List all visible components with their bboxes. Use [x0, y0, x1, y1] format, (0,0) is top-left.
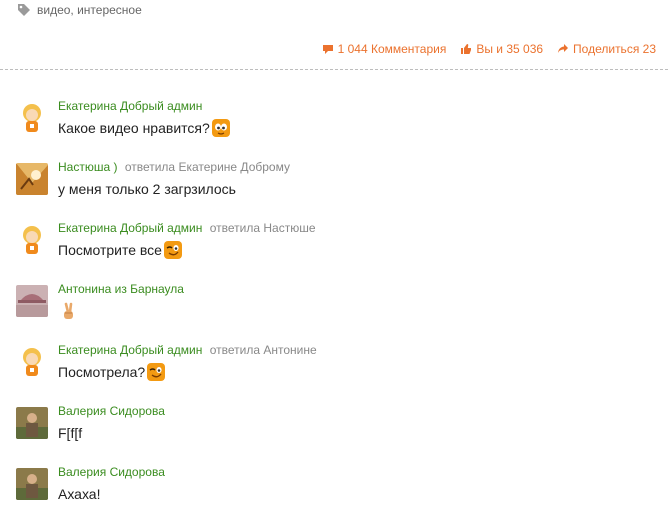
comment-item: Екатерина Добрый админ Какое видео нрави… [0, 98, 668, 159]
person-photo-avatar[interactable] [16, 468, 48, 500]
comment-body: Ахаха! [58, 484, 101, 504]
comment-header: Валерия Сидорова [58, 464, 165, 480]
post-actions: 1 044 Комментария Вы и 35 036 Поделиться… [322, 42, 656, 56]
tag-icon [17, 3, 31, 17]
share-count: Поделиться 23 [573, 42, 656, 56]
comments-list: Екатерина Добрый админ Какое видео нрави… [0, 98, 668, 525]
comments-button[interactable]: 1 044 Комментария [322, 42, 447, 56]
divider [0, 69, 668, 70]
comment-text: Посмотрела? [58, 364, 146, 380]
share-button[interactable]: Поделиться 23 [557, 42, 656, 56]
reply-label: ответила [209, 221, 261, 235]
blonde-girl-avatar[interactable] [16, 102, 48, 134]
comment-author[interactable]: Екатерина Добрый админ [58, 221, 202, 235]
wink-smiley-icon [163, 240, 183, 260]
comment-body: у меня только 2 загрзилось [58, 179, 236, 199]
tags-row: видео, интересное [17, 3, 142, 17]
comments-count: 1 044 Комментария [337, 42, 447, 56]
person-photo-avatar[interactable] [16, 407, 48, 439]
comment-item: Валерия Сидорова Ахаха! [0, 464, 668, 525]
comment-header: Валерия Сидорова [58, 403, 165, 419]
share-icon [558, 44, 569, 53]
likes-count: Вы и 35 036 [476, 42, 544, 56]
comment-text: Какое видео нравится? [58, 120, 210, 136]
comment-header: Екатерина Добрый админ ответила Настюше [58, 220, 316, 236]
comment-header: Екатерина Добрый админ ответила Антонине [58, 342, 317, 358]
comment-text: у меня только 2 загрзилось [58, 181, 236, 197]
comment-body: Какое видео нравится? [58, 118, 231, 138]
blonde-girl-avatar[interactable] [16, 346, 48, 378]
reply-target[interactable]: Настюше [263, 221, 315, 235]
comment-item: Настюша ) ответила Екатерине Доброму у м… [0, 159, 668, 220]
comment-header: Екатерина Добрый админ [58, 98, 202, 114]
comment-author[interactable]: Екатерина Добрый админ [58, 99, 202, 113]
comment-text: F[f[f [58, 425, 83, 441]
thumbs-up-icon [461, 44, 472, 54]
comment-author[interactable]: Валерия Сидорова [58, 465, 165, 479]
reply-label: ответила [124, 160, 176, 174]
like-button[interactable]: Вы и 35 036 [460, 42, 543, 56]
comment-body [58, 301, 79, 321]
comment-author[interactable]: Валерия Сидорова [58, 404, 165, 418]
comment-icon [322, 45, 333, 54]
comment-body: Посмотрите все [58, 240, 183, 260]
comment-author[interactable]: Антонина из Барнаула [58, 282, 184, 296]
comment-item: Антонина из Барнаула [0, 281, 668, 342]
comment-header: Антонина из Барнаула [58, 281, 184, 297]
wink-smiley-icon [146, 362, 166, 382]
comment-text: Посмотрите все [58, 242, 162, 258]
victory-hand-icon [59, 301, 79, 321]
comment-item: Екатерина Добрый админ ответила Настюше … [0, 220, 668, 281]
blonde-girl-avatar[interactable] [16, 224, 48, 256]
eyes-smiley-icon [211, 118, 231, 138]
cap-photo-avatar[interactable] [16, 285, 48, 317]
reply-label: ответила [209, 343, 261, 357]
tags-text[interactable]: видео, интересное [37, 3, 142, 17]
reply-target[interactable]: Екатерине Доброму [178, 160, 290, 174]
reply-target[interactable]: Антонине [263, 343, 316, 357]
comment-body: Посмотрела? [58, 362, 166, 382]
comment-item: Екатерина Добрый админ ответила Антонине… [0, 342, 668, 403]
comment-body: F[f[f [58, 423, 82, 443]
comment-text: Ахаха! [58, 486, 101, 502]
comment-header: Настюша ) ответила Екатерине Доброму [58, 159, 290, 175]
comment-author[interactable]: Екатерина Добрый админ [58, 343, 202, 357]
comment-item: Валерия Сидорова F[f[f [0, 403, 668, 464]
autumn-photo-avatar[interactable] [16, 163, 48, 195]
comment-author[interactable]: Настюша ) [58, 160, 117, 174]
